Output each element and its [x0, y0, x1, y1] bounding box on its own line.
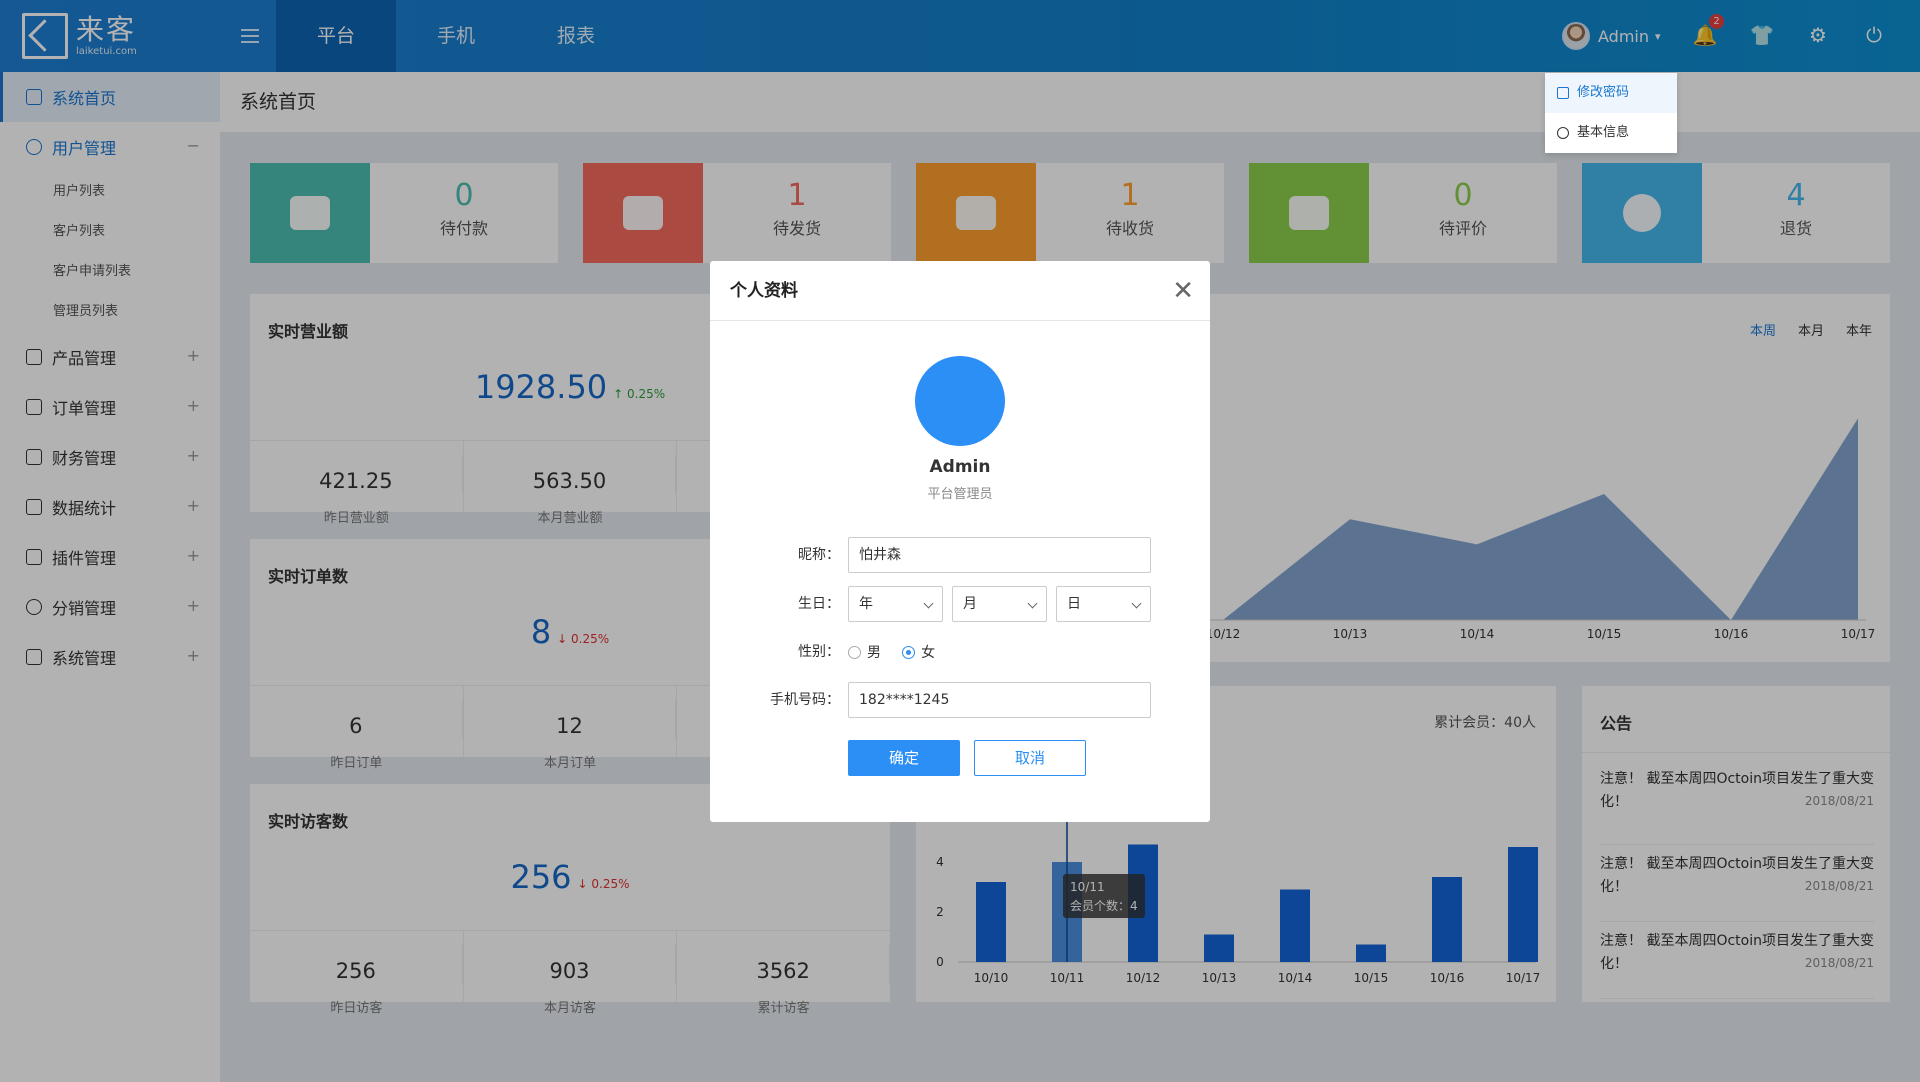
nickname-label: 昵称：: [798, 547, 840, 563]
birthday-label: 生日：: [798, 596, 840, 612]
close-icon[interactable]: ✕: [1172, 261, 1194, 321]
change-password-label: 修改密码: [1577, 85, 1630, 100]
nickname-input[interactable]: 怕井森: [848, 537, 1151, 573]
gender-male-radio[interactable]: 男: [848, 642, 881, 662]
phone-label: 手机号码：: [770, 692, 840, 708]
confirm-button[interactable]: 确定: [848, 740, 960, 776]
birth-month-select[interactable]: 月: [952, 586, 1047, 622]
change-password-item[interactable]: 修改密码: [1545, 73, 1677, 113]
basic-info-label: 基本信息: [1577, 125, 1630, 140]
modal-title: 个人资料: [730, 281, 798, 301]
user-dropdown: 修改密码 基本信息: [1545, 73, 1677, 153]
gender-radio-group: 男 女: [848, 642, 951, 663]
profile-avatar: [915, 356, 1005, 446]
birth-year-select[interactable]: 年: [848, 586, 943, 622]
user-icon: [1557, 127, 1569, 139]
profile-name: Admin: [929, 457, 991, 477]
birth-day-select[interactable]: 日: [1056, 586, 1151, 622]
profile-role: 平台管理员: [927, 487, 993, 502]
phone-input[interactable]: 182****1245: [848, 682, 1151, 718]
gender-label: 性别：: [798, 644, 840, 660]
cancel-button[interactable]: 取消: [974, 740, 1086, 776]
profile-modal: 个人资料 ✕ Admin 平台管理员 昵称： 怕井森 生日： 年 月 日 性别：…: [710, 261, 1210, 822]
gender-female-radio[interactable]: 女: [902, 642, 935, 662]
lock-icon: [1557, 87, 1569, 99]
basic-info-item[interactable]: 基本信息: [1545, 113, 1677, 153]
